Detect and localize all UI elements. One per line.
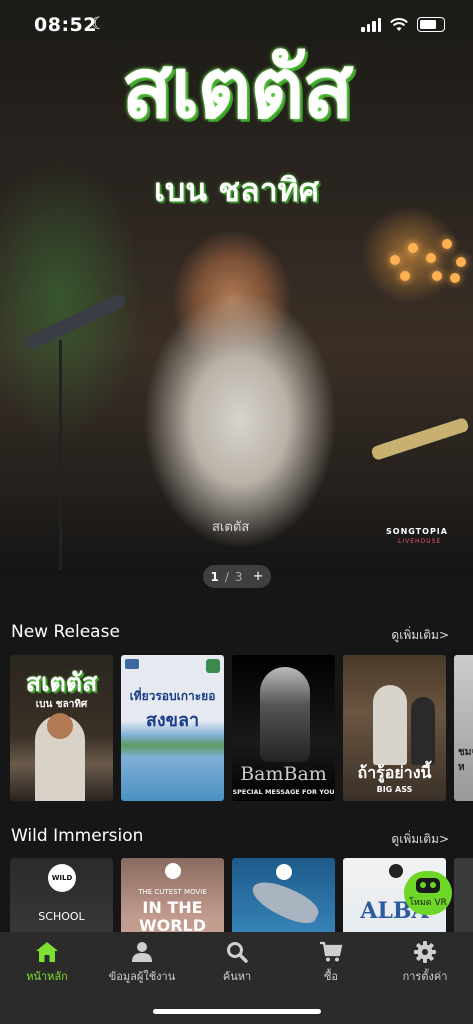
wild-logo-icon [165, 863, 181, 879]
card-title: SCHOOL [38, 910, 85, 923]
hero-pager[interactable]: 1 / 3 + [203, 565, 271, 588]
hero-caption: สเตตัส [212, 520, 250, 535]
battery-icon [417, 17, 445, 32]
release-card[interactable]: สเตตัส เบน ชลาทิศ [10, 655, 113, 801]
vr-headset-icon [416, 877, 440, 893]
new-release-title: New Release [11, 622, 120, 642]
card-title: BamBam [240, 763, 327, 785]
channel-logo-icon [125, 659, 139, 669]
card-subtitle: BIG ASS [376, 785, 413, 794]
status-bar: 08:52 ☾ [0, 0, 473, 52]
card-subtitle: สงขลา [145, 710, 200, 731]
release-card[interactable]: เที่ยวรอบเกาะยอ สงขลา [121, 655, 224, 801]
hero-brand-sub: LIVEHOUSE [398, 538, 442, 545]
card-title: เที่ยวรอบเกาะยอ [129, 689, 216, 703]
home-icon [0, 940, 94, 964]
partner-logo-icon [206, 659, 220, 673]
tab-label: หน้าหลัก [26, 970, 68, 983]
card-title: ถ้ารู้อย่างนี้ [357, 763, 432, 782]
pager-current: 1 [210, 569, 219, 584]
new-release-row: สเตตัส เบน ชลาทิศ เที่ยวรอบเกาะยอ สงขลา … [10, 655, 473, 801]
wifi-icon [390, 17, 408, 31]
hero-title: สเตตัส [121, 39, 353, 137]
hero-banner[interactable]: สเตตัส เบน ชลาทิศ สเตตัส SONGTOPIA LIVEH… [0, 0, 473, 577]
search-icon [190, 940, 284, 964]
chandelier-decor [380, 235, 470, 285]
vr-mode-label: โหมด VR [409, 897, 447, 908]
vr-mode-button[interactable]: โหมด VR [404, 871, 452, 915]
wild-logo-icon [276, 864, 292, 880]
card-title: IN THE [142, 898, 203, 917]
pager-total: 3 [234, 569, 243, 584]
tab-label: ข้อมูลผู้ใช้งาน [108, 970, 176, 983]
hero-subtitle: เบน ชลาทิศ [154, 171, 319, 209]
tab-settings[interactable]: การตั้งค่า [378, 940, 472, 985]
cart-icon [284, 940, 378, 964]
tab-label: ซื้อ [323, 970, 339, 983]
tab-label: ค้นหา [222, 970, 252, 983]
card-title: ชมจังห [458, 747, 473, 773]
hero-brand: SONGTOPIA [386, 527, 448, 536]
guitar [370, 416, 470, 462]
release-card[interactable]: BamBam SPECIAL MESSAGE FOR YOU [232, 655, 335, 801]
gear-icon [378, 940, 472, 964]
mic-stand [59, 340, 62, 570]
status-time: 08:52 [34, 14, 97, 36]
card-subtitle: SPECIAL MESSAGE FOR YOU [232, 788, 335, 796]
microphone [22, 292, 128, 352]
card-kicker: THE CUTEST MOVIE [138, 888, 207, 896]
pager-plus[interactable]: + [253, 569, 264, 584]
home-indicator [153, 1009, 321, 1014]
tab-buy[interactable]: ซื้อ [284, 940, 378, 985]
release-card[interactable]: ถ้ารู้อย่างนี้ BIG ASS [343, 655, 446, 801]
tab-label: การตั้งค่า [402, 970, 448, 983]
person-icon [95, 940, 189, 964]
moon-icon: ☾ [91, 14, 107, 34]
wild-immersion-title: Wild Immersion [11, 826, 144, 846]
tab-search[interactable]: ค้นหา [190, 940, 284, 985]
cellular-signal-icon [361, 17, 381, 32]
whale-image [247, 874, 323, 930]
release-card[interactable]: ชมจังห [454, 655, 473, 801]
wild-immersion-see-more[interactable]: ดูเพิ่มเติม> [391, 830, 449, 849]
new-release-see-more[interactable]: ดูเพิ่มเติม> [391, 626, 449, 645]
wild-logo-icon [389, 864, 403, 878]
card-subtitle: เบน ชลาทิศ [35, 699, 88, 710]
tab-profile[interactable]: ข้อมูลผู้ใช้งาน [95, 940, 189, 985]
card-badge: WILD [48, 864, 76, 892]
pager-separator: / [224, 569, 229, 584]
tab-home[interactable]: หน้าหลัก [0, 940, 94, 985]
